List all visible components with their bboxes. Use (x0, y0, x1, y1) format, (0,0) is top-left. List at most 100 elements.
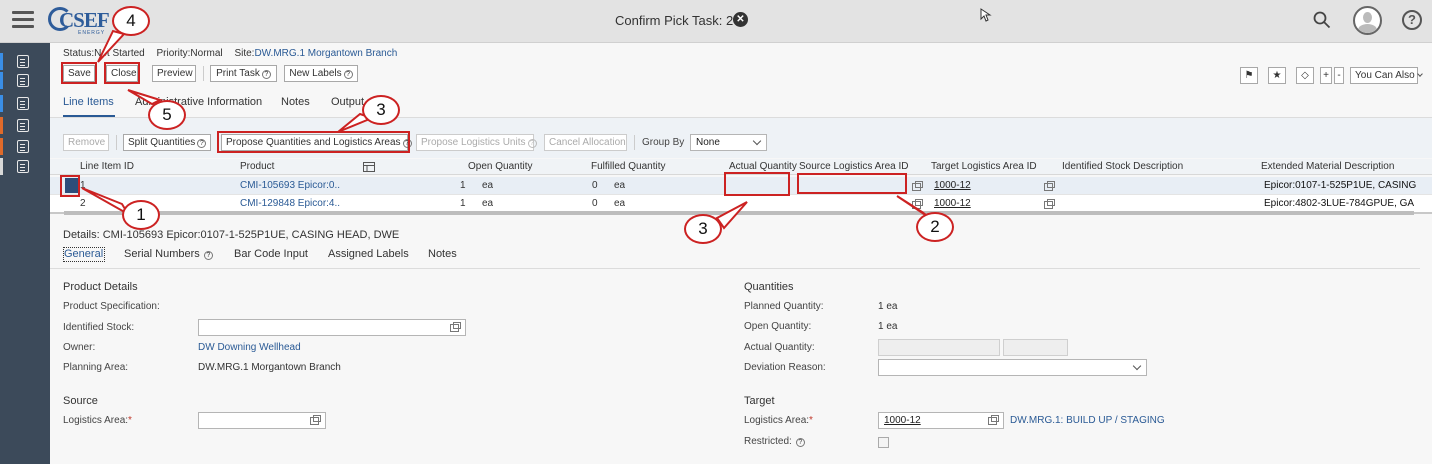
search-icon[interactable] (1313, 11, 1331, 29)
highlight-actual-quantity (724, 172, 790, 196)
restricted-label: Restricted:? (744, 436, 805, 447)
col-open-quantity[interactable]: Open Quantity (468, 161, 532, 172)
owner-link[interactable]: DW Downing Wellhead (198, 342, 301, 353)
col-source-area[interactable]: Source Logistics Area ID (799, 161, 909, 172)
tab-notes[interactable]: Notes (281, 96, 310, 108)
cancel-allocation-button[interactable]: Cancel Allocation (544, 134, 627, 151)
highlight-propose (217, 131, 410, 153)
help-icon[interactable]: ? (1402, 10, 1422, 30)
details-title: Details: CMI-105693 Epicor:0107-1-525P1U… (63, 229, 400, 241)
product-link[interactable]: CMI-129848 Epicor:4... (240, 198, 340, 209)
user-avatar[interactable] (1353, 6, 1382, 35)
propose-logistics-units-button[interactable]: Propose Logistics Units? (416, 134, 537, 151)
tab-general[interactable]: General (64, 248, 103, 260)
tab-line-items[interactable]: Line Items (63, 96, 114, 108)
callout-3-top: 3 (362, 95, 400, 125)
sidebar-item-extensions[interactable] (0, 158, 50, 175)
new-labels-button[interactable]: New Labels? (284, 65, 358, 82)
group-by-label: Group By (642, 137, 685, 148)
target-logistics-area-label: Logistics Area:* (744, 415, 813, 426)
highlight-close (104, 62, 140, 84)
col-target-area[interactable]: Target Logistics Area ID (931, 161, 1037, 172)
sidebar-item-shipping[interactable] (0, 117, 50, 134)
sidebar (0, 43, 50, 464)
page-title: Confirm Pick Task: 2 (615, 13, 734, 28)
top-bar: CSEF ENERGY Confirm Pick Task: 2 ✕ ? (0, 0, 1432, 43)
restricted-checkbox[interactable] (878, 437, 889, 448)
status-value: Not Started (94, 48, 145, 59)
preview-button[interactable]: Preview (152, 65, 196, 82)
target-area-link[interactable]: 1000-12 (934, 180, 971, 191)
tab-bar-code-input[interactable]: Bar Code Input (234, 248, 308, 260)
deviation-reason-select[interactable] (878, 359, 1147, 376)
company-logo: CSEF ENERGY (48, 6, 110, 36)
product-details-heading: Product Details (63, 281, 138, 293)
target-area-link[interactable]: 1000-12 (934, 198, 971, 209)
tab-assigned-labels[interactable]: Assigned Labels (328, 248, 409, 260)
actual-quantity-field[interactable] (878, 339, 1000, 356)
tab-output[interactable]: Output (331, 96, 364, 108)
product-link[interactable]: CMI-105693 Epicor:0... (240, 180, 340, 191)
you-can-also-button[interactable]: You Can Also (1350, 67, 1423, 84)
flag-icon[interactable]: ⚑ (1240, 67, 1258, 84)
site-link[interactable]: DW.MRG.1 Morgantown Branch (254, 48, 397, 59)
highlight-row-selector (60, 175, 80, 197)
value-help-icon[interactable] (912, 199, 923, 209)
priority-value: Normal (190, 48, 223, 59)
col-actual-quantity[interactable]: Actual Quantity (729, 161, 797, 172)
sidebar-item-pick-task[interactable] (0, 53, 50, 70)
actual-quantity-unit-field[interactable] (1003, 339, 1068, 356)
remove-button[interactable]: Remove (63, 134, 109, 151)
callout-5: 5 (148, 100, 186, 130)
clipboard-icon (17, 55, 29, 68)
target-logistics-area-input[interactable]: 1000-12 (878, 412, 1004, 429)
zoom-out-icon[interactable]: - (1334, 67, 1344, 84)
highlight-source-area (797, 173, 907, 194)
source-logistics-area-label: Logistics Area:* (63, 415, 132, 426)
identified-stock-input[interactable] (198, 319, 466, 336)
menu-icon[interactable] (12, 11, 34, 29)
col-identified-stock[interactable]: Identified Stock Description (1062, 161, 1183, 172)
quantities-heading: Quantities (744, 281, 794, 293)
sidebar-item-vehicle[interactable] (0, 95, 50, 112)
value-help-icon[interactable] (988, 415, 999, 425)
sidebar-item-returns[interactable] (0, 138, 50, 155)
main-content: Status:Not Started Priority:Normal Site:… (50, 43, 1432, 464)
tab-serial-numbers[interactable]: Serial Numbers? (124, 248, 213, 260)
mouse-cursor-icon (980, 8, 992, 22)
value-help-icon[interactable] (310, 415, 321, 425)
source-heading: Source (63, 395, 98, 407)
callout-2: 2 (916, 212, 954, 242)
group-by-select[interactable]: None (690, 134, 767, 151)
highlight-save (61, 62, 97, 84)
col-extended-desc[interactable]: Extended Material Description (1261, 161, 1394, 172)
star-icon[interactable]: ★ (1268, 67, 1286, 84)
truck-icon (17, 119, 29, 132)
sidebar-item-task-list[interactable] (0, 72, 50, 89)
horizontal-scrollbar[interactable] (64, 211, 1414, 215)
tab-details-notes[interactable]: Notes (428, 248, 457, 260)
tag-icon[interactable]: ◇ (1296, 67, 1314, 84)
value-help-icon[interactable] (450, 322, 461, 332)
value-help-icon[interactable] (912, 181, 923, 191)
car-icon (17, 97, 29, 110)
callout-3-bottom: 3 (684, 214, 722, 244)
callout-4: 4 (112, 6, 150, 36)
column-settings-icon[interactable] (363, 162, 375, 172)
value-help-icon[interactable] (1044, 181, 1055, 191)
col-fulfilled-quantity[interactable]: Fulfilled Quantity (591, 161, 665, 172)
source-logistics-area-input[interactable] (198, 412, 326, 429)
target-area-description[interactable]: DW.MRG.1: BUILD UP / STAGING (1010, 415, 1165, 426)
callout-1: 1 (122, 200, 160, 230)
puzzle-icon (17, 160, 29, 173)
split-quantities-button[interactable]: Split Quantities? (123, 134, 211, 151)
clipboard-list-icon (17, 74, 29, 87)
target-heading: Target (744, 395, 775, 407)
print-task-button[interactable]: Print Task? (210, 65, 277, 82)
col-line-item-id[interactable]: Line Item ID (80, 161, 134, 172)
value-help-icon[interactable] (1044, 199, 1055, 209)
col-product[interactable]: Product (240, 161, 274, 172)
close-task-icon[interactable]: ✕ (733, 12, 748, 27)
truck-return-icon (17, 140, 29, 153)
zoom-in-icon[interactable]: + (1320, 67, 1332, 84)
